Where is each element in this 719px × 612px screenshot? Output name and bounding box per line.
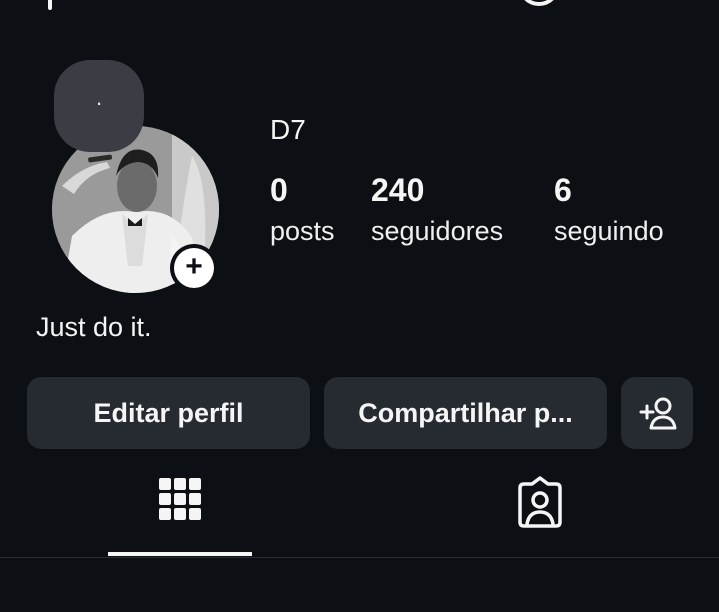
stat-value: 6 (554, 172, 572, 208)
display-name: D7 (270, 114, 306, 145)
new-post-icon[interactable] (48, 0, 52, 10)
stat-label: seguidores (371, 216, 504, 246)
selected-tab-indicator (108, 552, 252, 556)
grid-icon (159, 478, 201, 520)
menu-icon[interactable] (624, 0, 670, 4)
plus-icon: + (174, 248, 214, 288)
share-profile-button[interactable]: Compartilhar p... (324, 377, 607, 449)
stat-value: 0 (270, 172, 288, 208)
discover-people-button[interactable] (621, 377, 693, 449)
tab-posts-grid[interactable] (108, 470, 252, 554)
note-bubble[interactable]: . (54, 60, 144, 152)
username-title[interactable] (250, 0, 260, 17)
add-person-icon (639, 397, 677, 430)
stat-label: seguindo (554, 216, 664, 246)
profile-screen: . + D7 0 posts 240 seguidores 6 seguindo… (0, 0, 719, 612)
tabs-divider (0, 557, 719, 558)
stat-followers[interactable]: 240 seguidores (371, 172, 503, 248)
stat-posts[interactable]: 0 posts (270, 172, 335, 248)
note-text: . (95, 85, 103, 110)
bio-text: Just do it. (36, 312, 152, 342)
stat-label: posts (270, 216, 335, 246)
top-bar (0, 0, 719, 12)
edit-profile-button[interactable]: Editar perfil (27, 377, 310, 449)
stat-following[interactable]: 6 seguindo (554, 172, 664, 248)
add-story-button[interactable]: + (170, 244, 218, 292)
threads-icon[interactable] (518, 0, 560, 6)
tab-tagged[interactable] (468, 470, 612, 554)
tagged-person-icon (518, 476, 562, 528)
stat-value: 240 (371, 172, 425, 208)
